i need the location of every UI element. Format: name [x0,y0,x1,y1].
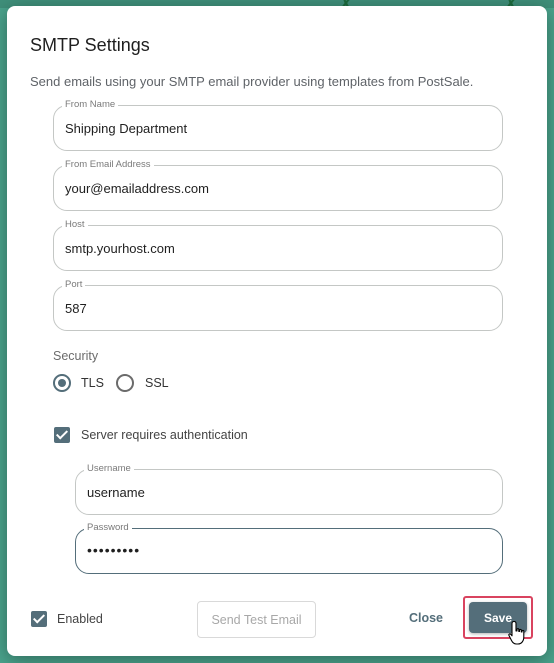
enabled-checkbox[interactable] [31,611,47,627]
from-name-value: Shipping Department [65,121,188,136]
ssl-radio[interactable] [116,374,134,392]
from-email-value: your@emailaddress.com [65,181,209,196]
host-field[interactable]: Host smtp.yourhost.com [53,219,503,271]
dialog-subtitle: Send emails using your SMTP email provid… [30,74,474,89]
enabled-checkbox-label[interactable]: Enabled [57,612,103,626]
smtp-settings-dialog: SMTP Settings Send emails using your SMT… [7,6,547,656]
username-field[interactable]: Username username [75,463,503,515]
from-name-field[interactable]: From Name Shipping Department [53,99,503,151]
username-value: username [87,485,145,500]
send-test-email-button[interactable]: Send Test Email [197,601,316,638]
password-label: Password [84,522,132,534]
dialog-title: SMTP Settings [30,35,150,55]
username-label: Username [84,463,134,475]
from-name-label: From Name [62,99,119,111]
port-label: Port [62,279,86,291]
tls-radio[interactable] [53,374,71,392]
ssl-radio-label[interactable]: SSL [145,376,169,390]
from-email-label: From Email Address [62,159,154,171]
hand-pointer-cursor-icon [508,620,525,645]
from-email-field[interactable]: From Email Address your@emailaddress.com [53,159,503,211]
password-value: ••••••••• [87,542,141,558]
security-label: Security [53,349,99,363]
password-field[interactable]: Password ••••••••• [75,522,503,574]
auth-checkbox[interactable] [54,427,70,443]
host-label: Host [62,219,88,231]
close-button[interactable]: Close [401,606,451,630]
port-value: 587 [65,301,87,316]
port-field[interactable]: Port 587 [53,279,503,331]
host-value: smtp.yourhost.com [65,241,175,256]
auth-checkbox-label[interactable]: Server requires authentication [81,428,248,442]
tls-radio-label[interactable]: TLS [81,376,104,390]
